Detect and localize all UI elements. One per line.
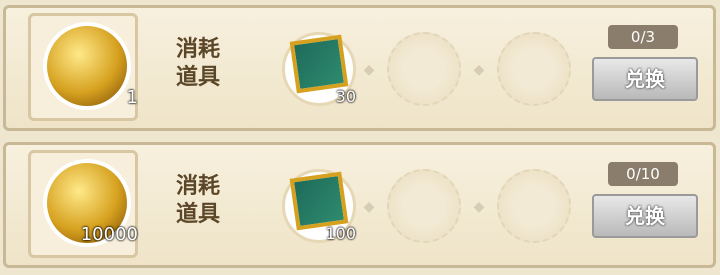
connector-icon: ◆: [363, 62, 375, 78]
cost-count: 30: [335, 87, 356, 106]
jade-token-icon: [289, 34, 349, 94]
jade-token-icon: [289, 171, 349, 231]
exchange-progress: 0/10: [608, 162, 678, 186]
consume-label: 消耗 道具: [176, 172, 236, 228]
label-line-1: 消耗: [176, 36, 221, 62]
empty-slot: [497, 32, 571, 106]
exchange-button[interactable]: 兑换: [592, 194, 698, 238]
connector-icon: ◆: [473, 199, 485, 215]
connector-icon: ◆: [473, 62, 485, 78]
consume-label: 消耗 道具: [176, 35, 236, 91]
label-line-2: 道具: [176, 201, 221, 227]
exchange-row-2: 10000 消耗 道具 100 ◆ ◆ 0/10 兑换: [0, 142, 720, 268]
exchange-progress: 0/3: [608, 25, 678, 49]
exchange-row-1: 1 消耗 道具 30 ◆ ◆ 0/3 兑换: [0, 5, 720, 131]
empty-slot: [387, 32, 461, 106]
connector-icon: ◆: [363, 199, 375, 215]
reward-count: 10000: [80, 224, 138, 245]
empty-slot: [387, 169, 461, 243]
label-line-2: 道具: [176, 64, 221, 90]
exchange-button[interactable]: 兑换: [592, 57, 698, 101]
reward-count: 1: [126, 87, 138, 108]
cost-count: 100: [325, 224, 356, 243]
label-line-1: 消耗: [176, 173, 221, 199]
empty-slot: [497, 169, 571, 243]
